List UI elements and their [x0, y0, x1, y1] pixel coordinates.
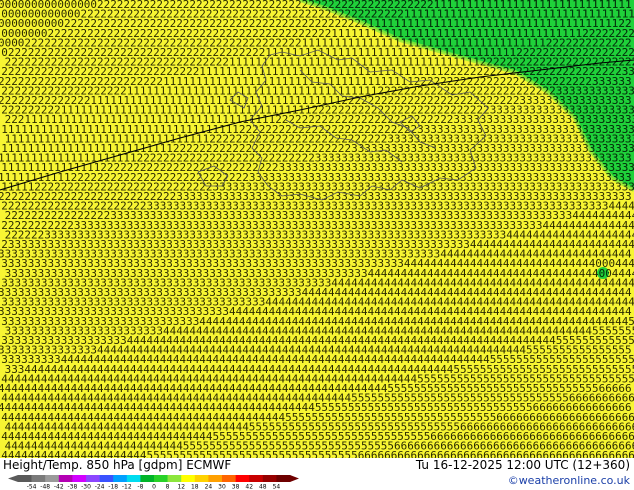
map-panel: 0000000000000002222222222222222222222222…	[0, 0, 634, 458]
scale-swatch	[113, 475, 128, 482]
scale-tick-label: -12	[122, 484, 132, 490]
valid-datetime: Tu 16-12-2025 12:00 UTC (12+360)	[415, 458, 630, 472]
scale-tick-label: 24	[205, 484, 213, 490]
scale-swatch	[249, 475, 264, 482]
scale-swatch	[31, 475, 46, 482]
scale-arrow-right	[290, 475, 299, 482]
scale-tick-label: 42	[245, 484, 253, 490]
scale-swatch	[99, 475, 114, 482]
scale-swatch	[262, 475, 277, 482]
scale-tick-label: 38	[232, 484, 240, 490]
scale-swatch	[126, 475, 141, 482]
scale-tick-label: -24	[95, 484, 105, 490]
scale-swatch	[86, 475, 100, 482]
scale-swatch	[72, 475, 87, 482]
scale-tick-label: 0	[152, 484, 156, 490]
scale-swatch	[45, 475, 60, 482]
scale-swatch	[154, 475, 168, 482]
scale-tick-label: 54	[273, 484, 281, 490]
footer-bar: Height/Temp. 850 hPa [gdpm] ECMWF Tu 16-…	[0, 458, 634, 490]
scale-arrow-left	[8, 475, 18, 482]
scale-swatch	[167, 475, 182, 482]
scale-tick-label: 12	[177, 484, 185, 490]
scale-tick-label: 30	[218, 484, 226, 490]
scale-tick-label: -30	[81, 484, 91, 490]
scale-tick-label: -48	[40, 484, 50, 490]
scale-tick-label: -54	[27, 484, 37, 490]
scale-swatch	[18, 475, 32, 482]
scale-swatch	[222, 475, 236, 482]
scale-tick-label: -42	[54, 484, 64, 490]
scale-tick-label: 48	[259, 484, 267, 490]
scale-swatch	[276, 475, 291, 482]
scale-swatch	[181, 475, 196, 482]
digit-row: 4444444444444444444444555555555555555555…	[1, 449, 634, 458]
temperature-scale: -54 -48 -42 -38 -30 -24 -18 -12 -8 0 8 12 18 24 30 38 42…	[8, 475, 299, 490]
scale-tick-label: 8	[166, 484, 170, 490]
scale-swatch	[194, 475, 209, 482]
chart-title: Height/Temp. 850 hPa [gdpm] ECMWF	[3, 458, 232, 472]
scale-tick-label: 18	[191, 484, 199, 490]
scale-tick-label: -18	[108, 484, 118, 490]
scale-swatch	[140, 475, 155, 482]
scale-tick-label: -8	[137, 484, 143, 490]
scale-swatch	[235, 475, 250, 482]
credit-link[interactable]: ©weatheronline.co.uk	[508, 474, 630, 487]
scale-tick-label: -38	[67, 484, 77, 490]
map-canvas: 0000000000000002222222222222222222222222…	[0, 0, 634, 458]
scale-swatch	[58, 475, 73, 482]
scale-swatch	[208, 475, 223, 482]
